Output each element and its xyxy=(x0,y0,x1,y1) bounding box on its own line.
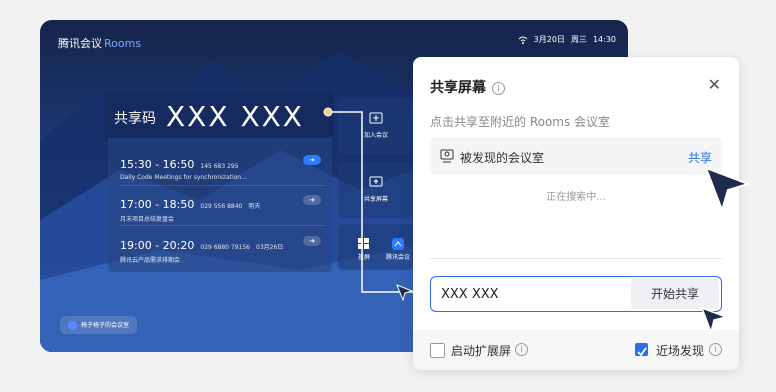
discovered-room-row[interactable]: 被发现的会议室 共享 xyxy=(430,137,722,175)
dialog-footer: 启动扩展屏 i 近场发现 i xyxy=(413,330,739,370)
ext-screen-checkbox[interactable] xyxy=(430,343,445,358)
share-screen-dialog: 共享屏幕 i ✕ 点击共享至附近的 Rooms 会议室 被发现的会议室 共享 正在… xyxy=(413,57,739,370)
start-sharing-button[interactable]: 开始共享 xyxy=(631,279,719,309)
dialog-hint: 点击共享至附近的 Rooms 会议室 xyxy=(430,115,611,129)
cursor-pointer-icon xyxy=(700,306,728,334)
ext-screen-label: 启动扩展屏 xyxy=(451,344,512,358)
cursor-pointer-icon xyxy=(704,166,752,214)
share-code-input-value: XXX XXX xyxy=(441,287,499,302)
room-icon xyxy=(440,149,454,163)
checkmark-icon xyxy=(637,347,647,357)
share-code-input[interactable]: XXX XXX 开始共享 xyxy=(430,276,722,312)
nearby-info-icon: i xyxy=(709,343,722,356)
ext-screen-info-icon[interactable]: i xyxy=(515,343,528,356)
nearby-discovery-checkbox[interactable] xyxy=(635,343,648,357)
cursor-pointer-icon xyxy=(396,284,414,302)
divider xyxy=(430,258,722,259)
close-icon[interactable]: ✕ xyxy=(708,75,721,94)
info-icon[interactable]: i xyxy=(492,81,505,95)
discovered-room-label: 被发现的会议室 xyxy=(460,151,545,165)
dialog-title: 共享屏幕 i xyxy=(430,77,505,97)
searching-status: 正在搜索中... xyxy=(546,192,606,203)
share-link[interactable]: 共享 xyxy=(688,149,712,166)
nearby-discovery-label: 近场发现 xyxy=(656,344,705,358)
